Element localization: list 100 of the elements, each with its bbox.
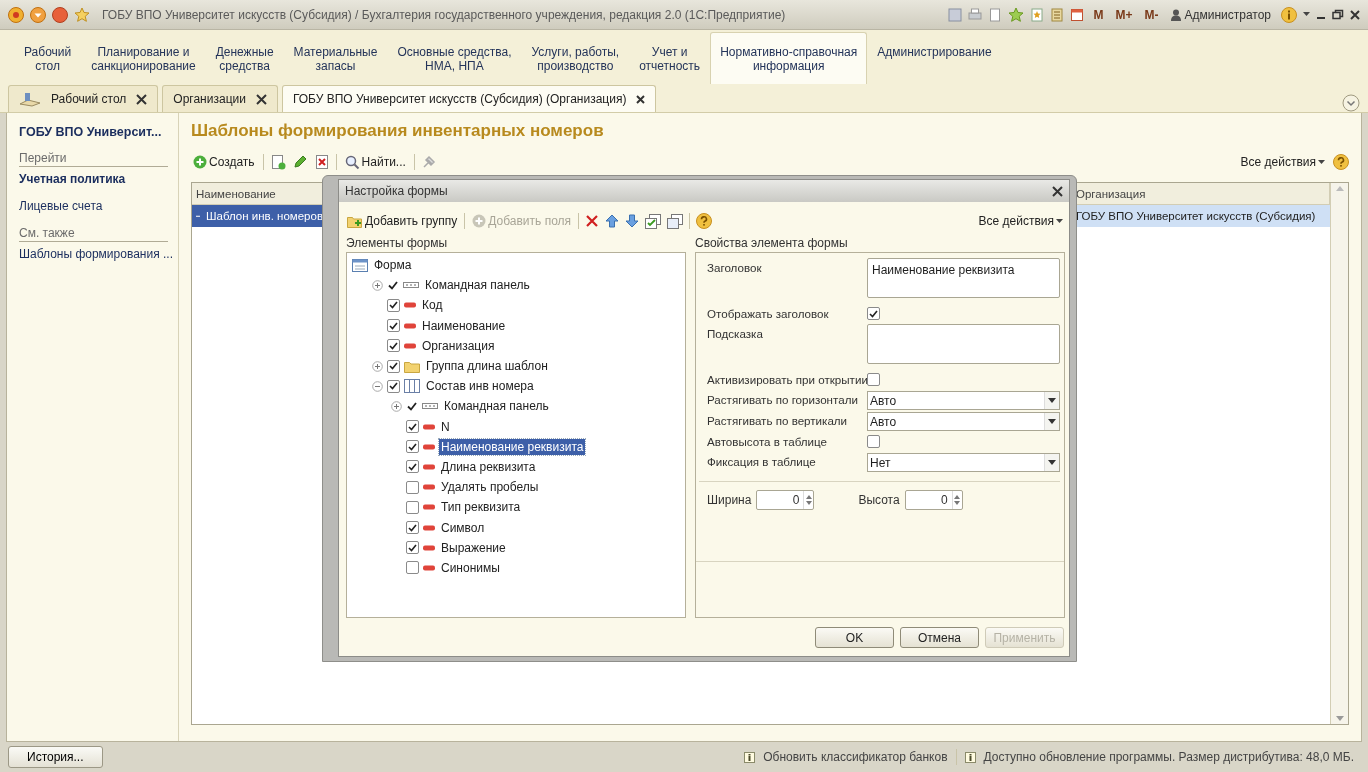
section-tab[interactable]: Основные средства, НМА, НПА [387,32,522,84]
tree-item[interactable]: Длина реквизита [439,458,538,475]
sidebar-link[interactable]: Лицевые счета [19,199,168,213]
all-actions-button[interactable]: Все действия [1238,155,1327,169]
tree-item[interactable]: Код [420,297,445,314]
calendar-icon[interactable] [1070,7,1085,22]
delete-icon[interactable] [585,214,600,228]
memory-button[interactable]: M+ [1112,7,1136,22]
help-icon[interactable] [1333,154,1349,170]
dropdown-field[interactable]: Авто [867,391,1060,410]
close-icon[interactable] [636,94,646,104]
add-group-button[interactable]: Добавить группу [346,214,459,228]
close-icon[interactable] [1052,185,1063,197]
tree-item[interactable]: Наименование [420,317,508,334]
dialog-button[interactable]: Отмена [900,627,979,648]
dropdown-field[interactable]: Авто [867,412,1060,431]
dropdown-field[interactable]: Нет [867,453,1060,472]
tree-item[interactable]: Командная панель [423,277,532,294]
tree-item[interactable]: Форма [372,257,414,274]
star-icon[interactable] [74,6,90,23]
open-tab[interactable]: ГОБУ ВПО Университет искусств (Субсидия) (Организация) [281,85,657,112]
close-icon[interactable] [136,93,148,105]
user-button[interactable]: Администратор [1167,7,1275,22]
chevron-down-icon[interactable] [1342,94,1360,112]
info-icon[interactable] [1281,6,1297,23]
number-field[interactable]: 0 [756,490,815,510]
text-field[interactable]: Наименование реквизита [867,258,1060,298]
find-button[interactable]: Найти... [342,154,408,170]
tree-item[interactable]: Наименование реквизита [439,438,586,455]
copy-icon[interactable] [667,213,684,229]
dialog-button[interactable]: OK [815,627,894,648]
section-tab[interactable]: Планирование и санкционирование [81,32,206,84]
open-tab[interactable]: Рабочий стол [8,85,159,112]
tree-item[interactable]: Группа длина шаблон [424,358,550,375]
checkbox[interactable] [406,500,419,514]
spinner-icon[interactable] [954,495,961,505]
tree-item[interactable]: N [439,418,452,435]
tree-item[interactable]: Командная панель [442,398,551,415]
status-link[interactable]: Обновить классификатор банков [763,750,948,764]
section-tab[interactable]: Учет и отчетность [629,32,711,84]
all-actions-button[interactable]: Все действия [976,214,1065,228]
checkbox[interactable] [387,319,400,333]
section-tab[interactable]: Администрирование [867,32,1002,84]
checkbox[interactable] [867,373,880,386]
history-button[interactable]: История... [8,746,103,768]
checkbox[interactable] [406,420,419,434]
expand-icon[interactable] [390,400,402,412]
section-tab[interactable]: Рабочий стол [14,32,82,84]
star-icon[interactable] [1008,6,1025,23]
checkbox[interactable] [387,339,400,353]
tree-item[interactable]: Символ [439,519,487,536]
sidebar-link[interactable]: Учетная политика [19,172,168,186]
tree-item[interactable]: Выражение [439,539,508,556]
expand-icon[interactable] [371,279,383,291]
check-all-icon[interactable] [645,213,662,229]
text-field[interactable] [867,324,1060,364]
checkbox[interactable] [406,521,419,535]
checkbox[interactable] [867,307,880,320]
app-logo-icon[interactable] [8,6,24,23]
checkbox[interactable] [406,561,419,575]
number-field[interactable]: 0 [904,490,963,510]
collapse-icon[interactable] [371,380,383,392]
help-icon[interactable] [696,213,713,229]
section-tab[interactable]: Материальные запасы [283,32,388,84]
checkbox[interactable] [387,379,400,393]
dropdown-icon[interactable] [30,6,46,23]
section-tab[interactable]: Нормативно-справочная информация [710,32,868,84]
close-icon[interactable] [255,93,267,105]
open-tab[interactable]: Организации [162,85,278,112]
up-arrow-icon[interactable] [605,214,620,228]
down-arrow-icon[interactable] [625,214,640,228]
tree-item[interactable]: Организация [420,337,497,354]
checkbox[interactable] [387,298,400,312]
tree-item[interactable]: Тип реквизита [439,499,523,516]
section-tab[interactable]: Денежные средства [205,32,284,84]
document-icon[interactable] [988,7,1003,22]
printer-icon[interactable] [968,7,983,22]
tree-item[interactable]: Состав инв номера [424,378,536,395]
restore-icon[interactable] [1332,9,1344,20]
memory-button[interactable]: M- [1141,7,1162,22]
expand-icon[interactable] [371,360,383,372]
checkbox[interactable] [406,460,419,474]
checkbox[interactable] [867,435,880,448]
copy-icon[interactable] [269,154,286,170]
create-button[interactable]: Создать [191,155,257,169]
tree-item[interactable]: Синонимы [439,559,502,576]
section-tab[interactable]: Услуги, работы, производство [521,32,630,84]
checkbox[interactable] [387,359,400,373]
memory-button[interactable]: M [1090,7,1107,22]
checkbox[interactable] [406,440,419,454]
pencil-icon[interactable] [291,154,308,170]
bookmark-icon[interactable] [1030,7,1045,22]
scrollbar[interactable] [1330,183,1348,724]
checkbox[interactable] [406,480,419,494]
close-icon[interactable] [1350,9,1360,20]
status-link[interactable]: Доступно обновление программы. Размер дистрибутива: 48,0 МБ. [983,750,1354,764]
checkbox[interactable] [406,541,419,555]
circle-icon[interactable] [52,6,68,23]
spinner-icon[interactable] [805,495,812,505]
tree-item[interactable]: Удалять пробелы [439,479,541,496]
